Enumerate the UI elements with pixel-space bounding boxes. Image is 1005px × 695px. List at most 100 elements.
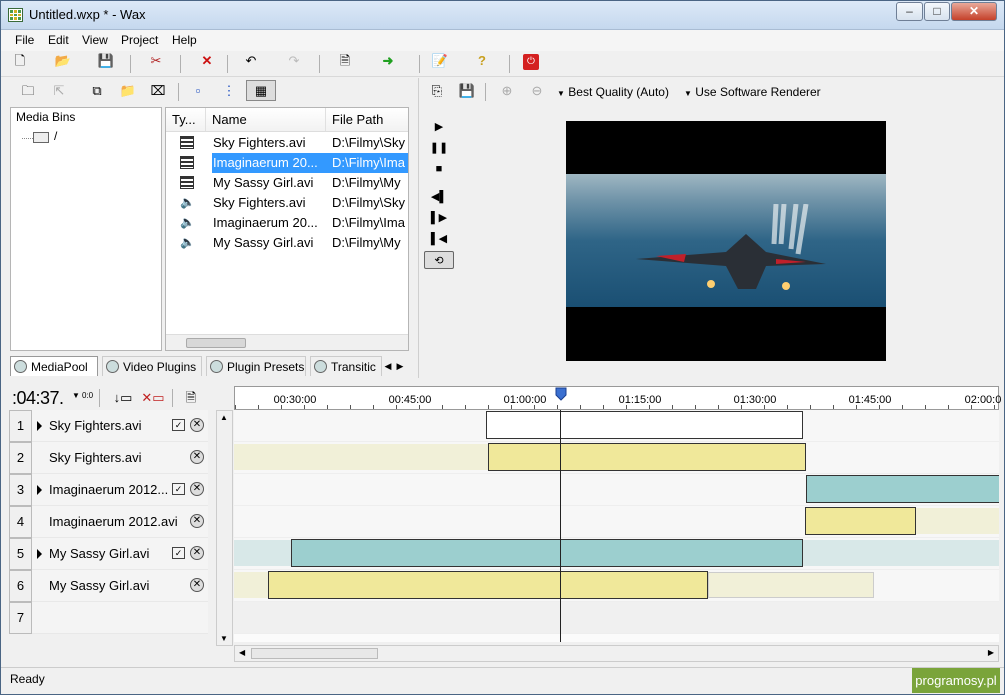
new-bin-icon[interactable]: 🗀 (18, 81, 38, 101)
delete-icon[interactable]: ✕ (197, 51, 217, 71)
cut-icon[interactable]: ✂ (146, 51, 166, 71)
remove-track-x-icon[interactable]: ✕ (190, 546, 204, 560)
scroll-left-icon[interactable]: ◀ (239, 648, 245, 657)
parent-bin-icon[interactable]: ⇱ (49, 81, 69, 101)
new-icon[interactable]: 🗋 (10, 51, 30, 71)
remove-media-icon[interactable]: ⌧ (148, 81, 168, 101)
track-visible-icon[interactable]: ✓ (172, 547, 185, 559)
renderer-dropdown[interactable]: ▼ Use Software Renderer (684, 85, 821, 99)
expand-arrow-icon[interactable] (37, 421, 42, 431)
scroll-thumb[interactable] (186, 338, 246, 348)
render-arrow-icon[interactable]: ➜ (378, 51, 398, 71)
menu-help[interactable]: Help (172, 33, 197, 47)
column-path[interactable]: File Path (326, 108, 408, 132)
track-header[interactable]: 4 Imaginaerum 2012.avi ✕ (9, 506, 208, 538)
clip-sassy-audio[interactable] (268, 571, 708, 599)
expand-arrow-icon[interactable] (37, 485, 42, 495)
scroll-down-icon[interactable]: ▼ (220, 634, 228, 643)
track-header[interactable]: 6 My Sassy Girl.avi ✕ (9, 570, 208, 602)
track-header[interactable]: 7 (9, 602, 208, 634)
bin-root[interactable]: / (54, 129, 57, 143)
scroll-right-icon[interactable]: ▶ (988, 648, 994, 657)
track-visible-icon[interactable]: ✓ (172, 483, 185, 495)
ruler-tick (787, 405, 788, 409)
clip-sky-fighters-video[interactable] (486, 411, 803, 439)
menu-project[interactable]: Project (121, 33, 158, 47)
track-properties-icon[interactable]: 🗎 (181, 388, 201, 408)
stack-icon[interactable]: ⧉ (87, 81, 107, 101)
timecode-dropdown-icon[interactable]: ▼ (72, 391, 80, 400)
tab-scroll-right-icon[interactable]: ▶ (394, 356, 406, 376)
zoom-out-icon[interactable]: ⊖ (527, 81, 547, 101)
properties-icon[interactable]: 📝 (430, 51, 450, 71)
add-track-icon[interactable]: ↓▭ (110, 388, 136, 408)
clip-imaginaerum-video[interactable] (806, 475, 999, 503)
track-header[interactable]: 1 Sky Fighters.avi ✓ ✕ (9, 410, 208, 442)
prev-frame-icon[interactable]: ◀▌ (424, 188, 454, 206)
column-type[interactable]: Ty... (166, 108, 206, 132)
tab-scroll-left-icon[interactable]: ◀ (382, 356, 394, 376)
playhead-marker-icon[interactable] (555, 387, 567, 401)
copy-frame-icon[interactable]: ⎘ (427, 81, 447, 101)
maximize-button[interactable]: □ (924, 2, 950, 21)
close-button[interactable]: ✕ (951, 2, 997, 21)
loop-icon[interactable]: ⟲ (424, 251, 454, 269)
quality-dropdown[interactable]: ▼ Best Quality (Auto) (557, 85, 669, 99)
list-item[interactable]: Sky Fighters.avi D:\Filmy\Sky (166, 133, 408, 153)
list-item[interactable]: 🔈 Imaginaerum 20... D:\Filmy\Ima (166, 213, 408, 233)
open-media-icon[interactable]: 📁 (118, 81, 138, 101)
track-header[interactable]: 3 Imaginaerum 2012... ✓ ✕ (9, 474, 208, 506)
remove-track-x-icon[interactable]: ✕ (190, 482, 204, 496)
play-icon[interactable]: ▶ (424, 118, 454, 136)
track-header[interactable]: 5 My Sassy Girl.avi ✓ ✕ (9, 538, 208, 570)
remove-track-icon[interactable]: ✕▭ (140, 388, 166, 408)
timecode-format-label: 0:0 (82, 391, 94, 400)
minimize-button[interactable]: – (896, 2, 923, 21)
clip-sassy-video[interactable] (291, 539, 803, 567)
scroll-up-icon[interactable]: ▲ (220, 413, 228, 422)
help-icon[interactable]: ? (472, 51, 492, 71)
tree-view-icon[interactable]: ⋮ (219, 81, 239, 101)
list-item[interactable]: Imaginaerum 20... D:\Filmy\Ima (166, 153, 408, 173)
timeline-scroll-thumb[interactable] (251, 648, 378, 659)
export-icon[interactable]: 🗎 (335, 51, 355, 71)
tab-transitions[interactable]: Transitic (310, 356, 382, 376)
menu-file[interactable]: File (15, 33, 34, 47)
horizontal-timeline-scrollbar[interactable]: ◀ ▶ (234, 645, 999, 662)
undo-icon[interactable]: ↶ (241, 51, 261, 71)
power-icon[interactable]: ⏻ (523, 54, 539, 70)
clip-sky-fighters-audio[interactable] (488, 443, 806, 471)
remove-track-x-icon[interactable]: ✕ (190, 578, 204, 592)
pause-icon[interactable]: ❚❚ (424, 139, 454, 157)
list-item[interactable]: 🔈 Sky Fighters.avi D:\Filmy\Sky (166, 193, 408, 213)
tab-plugin-presets[interactable]: Plugin Presets (206, 356, 306, 376)
open-icon[interactable]: 📂 (53, 51, 73, 71)
save-icon[interactable]: 💾 (96, 51, 116, 71)
details-view-icon[interactable]: ▦ (246, 80, 276, 101)
timeline-tracks-area[interactable] (234, 410, 999, 642)
remove-track-x-icon[interactable]: ✕ (190, 418, 204, 432)
remove-track-x-icon[interactable]: ✕ (190, 450, 204, 464)
tab-video-plugins[interactable]: Video Plugins (102, 356, 202, 376)
stop-icon[interactable]: ■ (424, 160, 454, 178)
column-name[interactable]: Name (206, 108, 326, 132)
redo-icon[interactable]: ↷ (284, 51, 304, 71)
menu-edit[interactable]: Edit (48, 33, 69, 47)
list-item[interactable]: 🔈 My Sassy Girl.avi D:\Filmy\My (166, 233, 408, 253)
rewind-icon[interactable]: ▌◀ (424, 230, 454, 248)
menu-view[interactable]: View (82, 33, 108, 47)
save-frame-icon[interactable]: 💾 (457, 81, 477, 101)
clip-imaginaerum-audio[interactable] (805, 507, 916, 535)
expand-arrow-icon[interactable] (37, 549, 42, 559)
zoom-in-icon[interactable]: ⊕ (497, 81, 517, 101)
small-icons-view-icon[interactable]: ▫ (188, 81, 208, 101)
list-item[interactable]: My Sassy Girl.avi D:\Filmy\My (166, 173, 408, 193)
next-frame-icon[interactable]: ▌▶ (424, 209, 454, 227)
timeline-ruler[interactable]: 00:30:00 00:45:00 01:00:00 01:15:00 01:30:00… (234, 386, 1001, 410)
horizontal-scrollbar[interactable] (166, 334, 408, 350)
remove-track-x-icon[interactable]: ✕ (190, 514, 204, 528)
track-visible-icon[interactable]: ✓ (172, 419, 185, 431)
tab-mediapool[interactable]: MediaPool (10, 356, 98, 376)
track-header[interactable]: 2 Sky Fighters.avi ✕ (9, 442, 208, 474)
vertical-scrollbar[interactable]: ▲ ▼ (216, 410, 233, 646)
